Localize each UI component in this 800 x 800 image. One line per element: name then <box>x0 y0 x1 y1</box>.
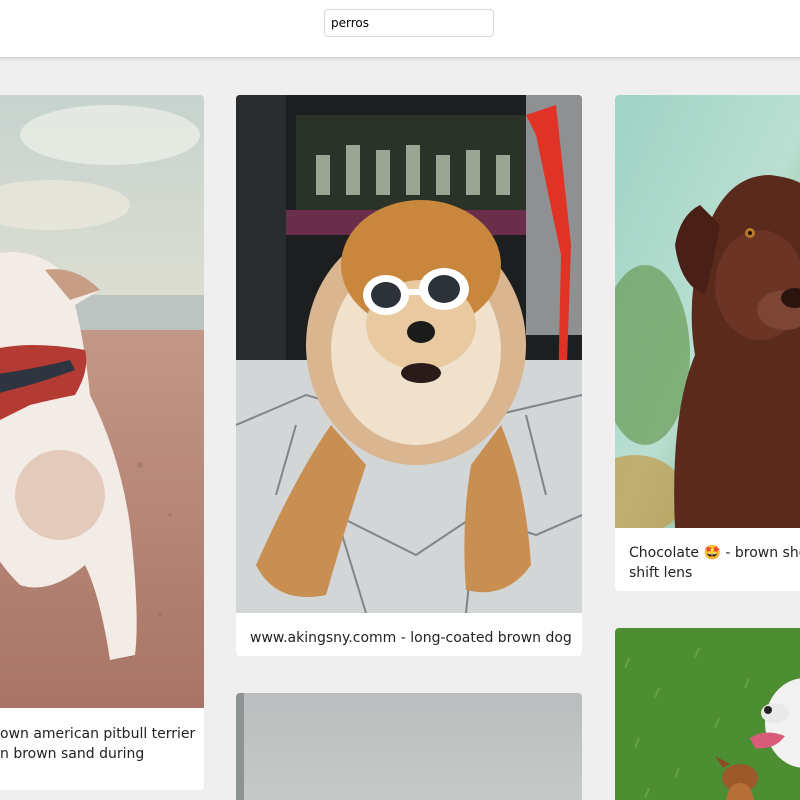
result-image[interactable] <box>236 95 582 613</box>
caption-line: shift lens <box>629 565 693 581</box>
result-card[interactable] <box>615 628 800 800</box>
result-caption: www.akingsny.comm - long-coated brown do… <box>250 628 572 648</box>
result-image[interactable] <box>615 95 800 528</box>
result-image[interactable] <box>0 95 204 708</box>
result-card[interactable]: Chocolate 🤩 - brown sho shift lens <box>615 95 800 591</box>
caption-line: Chocolate 🤩 - brown sho <box>629 545 800 561</box>
result-caption: Chocolate 🤩 - brown sho shift lens <box>629 543 800 583</box>
result-card[interactable]: own american pitbull terrier n brown san… <box>0 95 204 790</box>
result-card[interactable] <box>236 693 582 800</box>
caption-line: www.akingsny.comm - long-coated brown do… <box>250 630 572 646</box>
top-bar <box>0 0 800 58</box>
result-image[interactable] <box>615 628 800 800</box>
search-input[interactable] <box>324 9 494 37</box>
result-card[interactable]: www.akingsny.comm - long-coated brown do… <box>236 95 582 656</box>
caption-line: own american pitbull terrier <box>0 726 196 742</box>
result-caption: own american pitbull terrier n brown san… <box>0 724 196 764</box>
caption-line: n brown sand during <box>0 746 145 762</box>
result-image[interactable] <box>236 693 582 800</box>
